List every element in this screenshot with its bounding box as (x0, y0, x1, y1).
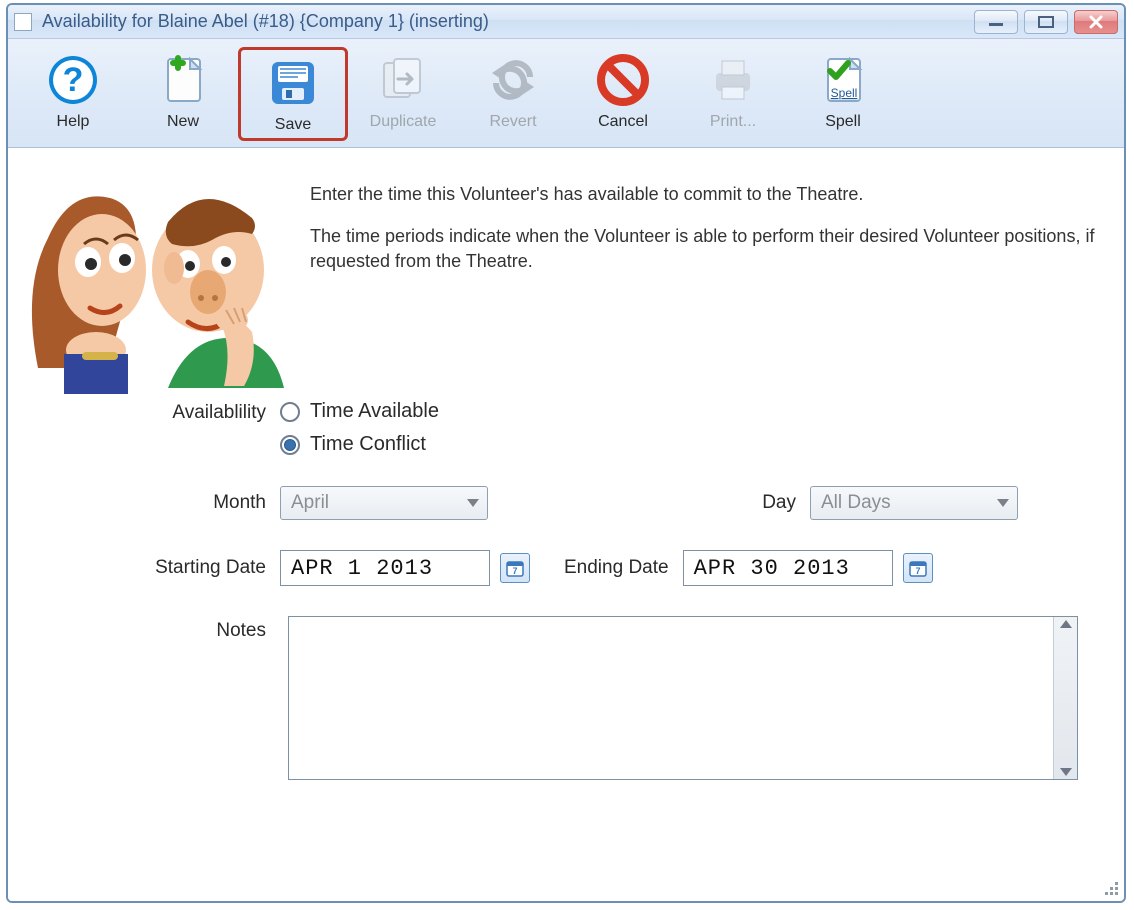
notes-label: Notes (54, 616, 280, 642)
ending-date-input[interactable]: APR 30 2013 (683, 550, 893, 586)
starting-date-value: APR 1 2013 (291, 556, 433, 581)
save-button[interactable]: Save (238, 47, 348, 141)
save-icon (264, 54, 322, 112)
chevron-down-icon (467, 499, 479, 507)
people-illustration (18, 158, 292, 396)
ending-date-picker-button[interactable]: 7 (903, 553, 933, 583)
month-label: Month (54, 492, 280, 514)
radio-icon (280, 402, 300, 422)
window-controls (974, 10, 1118, 34)
app-icon (14, 13, 32, 31)
ending-date-value: APR 30 2013 (694, 556, 850, 581)
radio-icon (280, 435, 300, 455)
cancel-icon (594, 51, 652, 109)
scroll-down-icon (1060, 768, 1072, 776)
help-icon: ? (44, 51, 102, 109)
new-label: New (167, 113, 199, 131)
spell-button[interactable]: Spell Spell (788, 47, 898, 141)
dialog-window: Availability for Blaine Abel (#18) {Comp… (6, 3, 1126, 903)
resize-grip[interactable] (1102, 879, 1120, 897)
starting-date-label: Starting Date (54, 557, 280, 579)
radio-label: Time Available (310, 400, 439, 423)
radio-time-conflict[interactable]: Time Conflict (280, 433, 439, 456)
help-button[interactable]: ? Help (18, 47, 128, 141)
print-button[interactable]: Print... (678, 47, 788, 141)
print-icon (704, 51, 762, 109)
revert-icon (484, 51, 542, 109)
spell-label: Spell (825, 113, 861, 131)
revert-label: Revert (489, 113, 536, 131)
month-value: April (291, 492, 329, 514)
cancel-label: Cancel (598, 113, 648, 131)
save-label: Save (275, 116, 311, 134)
radio-time-available[interactable]: Time Available (280, 400, 439, 423)
day-value: All Days (821, 492, 891, 514)
close-icon (1088, 14, 1104, 30)
titlebar: Availability for Blaine Abel (#18) {Comp… (8, 5, 1124, 39)
print-label: Print... (710, 113, 756, 131)
duplicate-label: Duplicate (370, 113, 437, 131)
new-icon (154, 51, 212, 109)
minimize-button[interactable] (974, 10, 1018, 34)
calendar-icon: 7 (505, 558, 525, 578)
window-title: Availability for Blaine Abel (#18) {Comp… (42, 11, 974, 32)
ending-date-label: Ending Date (564, 557, 683, 579)
starting-date-input[interactable]: APR 1 2013 (280, 550, 490, 586)
help-label: Help (57, 113, 90, 131)
new-button[interactable]: New (128, 47, 238, 141)
svg-text:Spell: Spell (831, 86, 858, 100)
day-label: Day (740, 492, 810, 514)
intro-line-2: The time periods indicate when the Volun… (310, 224, 1114, 273)
svg-text:7: 7 (512, 566, 517, 576)
duplicate-button[interactable]: Duplicate (348, 47, 458, 141)
intro-line-1: Enter the time this Volunteer's has avai… (310, 182, 1114, 206)
calendar-icon: 7 (908, 558, 928, 578)
spell-icon: Spell (814, 51, 872, 109)
availability-label: Availablility (54, 400, 280, 424)
svg-text:?: ? (63, 61, 84, 99)
close-button[interactable] (1074, 10, 1118, 34)
maximize-icon (1037, 15, 1055, 29)
duplicate-icon (374, 51, 432, 109)
dialog-body: Enter the time this Volunteer's has avai… (8, 148, 1124, 901)
revert-button[interactable]: Revert (458, 47, 568, 141)
maximize-button[interactable] (1024, 10, 1068, 34)
toolbar: ? Help New Save (8, 39, 1124, 148)
notes-textarea[interactable] (289, 617, 1053, 779)
chevron-down-icon (997, 499, 1009, 507)
radio-label: Time Conflict (310, 433, 426, 456)
intro-text: Enter the time this Volunteer's has avai… (310, 158, 1114, 396)
notes-scrollbar[interactable] (1053, 617, 1077, 779)
month-select[interactable]: April (280, 486, 488, 520)
svg-text:7: 7 (915, 566, 920, 576)
minimize-icon (987, 17, 1005, 27)
day-select[interactable]: All Days (810, 486, 1018, 520)
starting-date-picker-button[interactable]: 7 (500, 553, 530, 583)
scroll-up-icon (1060, 620, 1072, 628)
cancel-button[interactable]: Cancel (568, 47, 678, 141)
